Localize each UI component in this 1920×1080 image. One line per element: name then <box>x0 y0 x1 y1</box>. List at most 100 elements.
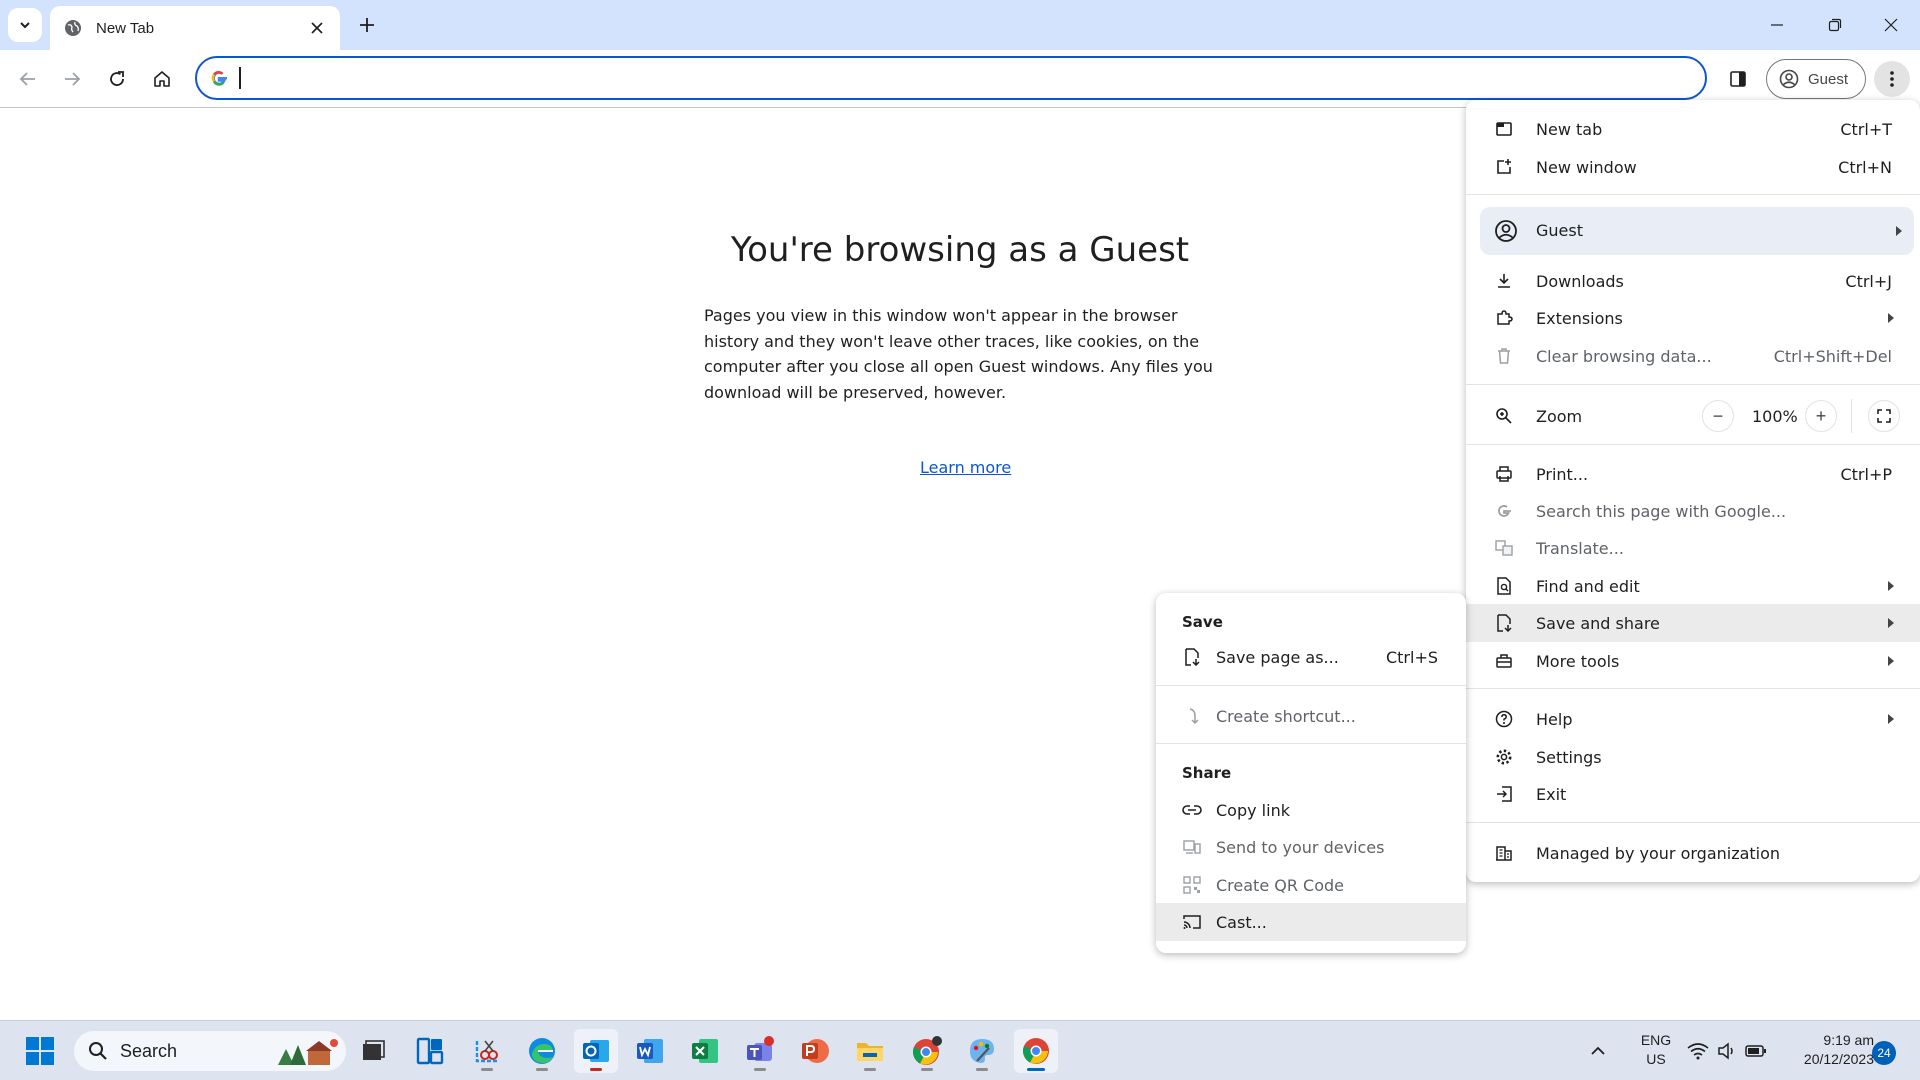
widgets-icon <box>416 1037 444 1065</box>
taskbar-search[interactable]: Search <box>74 1031 346 1071</box>
find-page-icon <box>1494 576 1514 596</box>
menu-item-new-window[interactable]: New window Ctrl+N <box>1466 149 1920 185</box>
menu-item-extensions[interactable]: Extensions <box>1466 300 1920 336</box>
menu-button[interactable] <box>1874 61 1910 97</box>
excel-app[interactable] <box>683 1029 727 1073</box>
submenu-arrow-icon <box>1888 313 1894 323</box>
tab-search-button[interactable] <box>8 8 42 42</box>
translate-icon <box>1494 538 1514 558</box>
notification-badge[interactable]: 24 <box>1872 1041 1896 1065</box>
powerpoint-app[interactable] <box>793 1029 837 1073</box>
menu-divider <box>1466 822 1920 823</box>
menu-label: New tab <box>1536 119 1603 139</box>
task-view-button[interactable] <box>351 1029 395 1073</box>
new-tab-button[interactable] <box>352 10 382 40</box>
widgets-button[interactable] <box>408 1029 452 1073</box>
menu-item-print[interactable]: Print... Ctrl+P <box>1466 456 1920 492</box>
back-button[interactable] <box>10 61 46 97</box>
restore-button[interactable] <box>1806 0 1864 50</box>
word-app[interactable] <box>628 1029 672 1073</box>
folder-icon <box>857 1043 883 1061</box>
clock-date: 20/12/2023 <box>1803 1051 1874 1067</box>
submenu-label: Send to your devices <box>1216 837 1385 857</box>
menu-item-exit[interactable]: Exit <box>1466 776 1920 812</box>
forward-button[interactable] <box>54 61 90 97</box>
paint-app[interactable] <box>960 1029 1004 1073</box>
exit-icon <box>1494 784 1514 804</box>
submenu-label: Create shortcut... <box>1216 706 1356 726</box>
tab-strip: New Tab <box>0 0 1920 50</box>
menu-item-zoom: Zoom − 100% + <box>1466 396 1920 436</box>
side-panel-button[interactable] <box>1720 61 1756 97</box>
menu-label: Clear browsing data... <box>1536 346 1712 366</box>
input-language[interactable]: ENG US <box>1636 1031 1676 1069</box>
snipping-tool-app[interactable] <box>465 1029 509 1073</box>
snipping-tool-icon <box>475 1040 498 1063</box>
menu-item-clear-browsing-data[interactable]: Clear browsing data... Ctrl+Shift+Del <box>1466 338 1920 374</box>
menu-item-guest[interactable]: Guest <box>1480 207 1914 255</box>
chrome-app[interactable] <box>1014 1029 1058 1073</box>
menu-item-find-and-edit[interactable]: Find and edit <box>1466 568 1920 604</box>
menu-item-save-and-share[interactable]: Save and share <box>1466 604 1920 642</box>
close-icon <box>1884 18 1898 32</box>
tab-new-tab[interactable]: New Tab <box>50 6 340 50</box>
submenu-item-send-to-devices[interactable]: Send to your devices <box>1156 829 1466 865</box>
new-tab-icon <box>1494 119 1514 139</box>
start-button[interactable] <box>18 1029 62 1073</box>
gear-icon <box>1494 747 1514 767</box>
menu-item-more-tools[interactable]: More tools <box>1466 643 1920 679</box>
zoom-out-button[interactable]: − <box>1702 400 1734 432</box>
edge-app[interactable] <box>520 1029 564 1073</box>
menu-item-search-with-google[interactable]: Search this page with Google... <box>1466 493 1920 529</box>
teams-app[interactable] <box>738 1029 782 1073</box>
search-highlight-icon <box>278 1039 338 1065</box>
text-caret <box>239 67 241 89</box>
submenu-label: Create QR Code <box>1216 875 1345 895</box>
reload-button[interactable] <box>99 61 135 97</box>
address-bar[interactable] <box>195 56 1707 100</box>
menu-label: Zoom <box>1536 406 1583 426</box>
outlook-app[interactable] <box>574 1029 618 1073</box>
outlook-icon <box>583 1040 609 1062</box>
menu-item-translate[interactable]: Translate... <box>1466 530 1920 566</box>
zoom-level: 100% <box>1752 406 1798 426</box>
chrome-profile-app[interactable] <box>905 1029 949 1073</box>
home-button[interactable] <box>144 61 180 97</box>
menu-item-settings[interactable]: Settings <box>1466 739 1920 775</box>
clock[interactable]: 9:19 am 20/12/2023 <box>1784 1031 1874 1069</box>
close-tab-icon[interactable] <box>306 17 328 39</box>
close-window-button[interactable] <box>1862 0 1920 50</box>
submenu-item-create-shortcut[interactable]: Create shortcut... <box>1156 698 1466 734</box>
profile-button[interactable]: Guest <box>1766 59 1866 99</box>
minimize-button[interactable] <box>1748 0 1806 50</box>
submenu-item-create-qr-code[interactable]: Create QR Code <box>1156 867 1466 903</box>
submenu-item-save-page[interactable]: Save page as... Ctrl+S <box>1156 639 1466 675</box>
windows-logo-icon <box>26 1037 54 1065</box>
menu-label: Translate... <box>1536 538 1624 558</box>
show-hidden-icons-button[interactable] <box>1580 1029 1616 1073</box>
submenu-heading-save: Save <box>1182 613 1223 631</box>
trash-icon <box>1494 346 1514 366</box>
menu-item-new-tab[interactable]: New tab Ctrl+T <box>1466 111 1920 147</box>
address-input[interactable] <box>250 69 1651 87</box>
running-indicator <box>976 1068 988 1071</box>
chevron-down-icon <box>20 22 30 29</box>
menu-item-downloads[interactable]: Downloads Ctrl+J <box>1466 263 1920 299</box>
quick-settings-button[interactable] <box>1682 1029 1772 1073</box>
running-indicator <box>921 1068 933 1071</box>
file-explorer-app[interactable] <box>848 1029 892 1073</box>
fullscreen-button[interactable] <box>1868 400 1900 432</box>
menu-label: Print... <box>1536 464 1589 484</box>
submenu-arrow-icon <box>1888 581 1894 591</box>
menu-shortcut: Ctrl+Shift+Del <box>1773 346 1892 366</box>
volume-icon <box>1718 1042 1733 1060</box>
zoom-icon <box>1494 406 1514 426</box>
running-indicator <box>864 1068 876 1071</box>
menu-item-managed[interactable]: Managed by your organization <box>1466 835 1920 871</box>
zoom-in-button[interactable]: + <box>1805 400 1837 432</box>
learn-more-link[interactable]: Learn more <box>920 458 1011 477</box>
menu-item-help[interactable]: Help <box>1466 701 1920 737</box>
submenu-item-copy-link[interactable]: Copy link <box>1156 792 1466 828</box>
submenu-item-cast[interactable]: Cast... <box>1156 903 1466 941</box>
save-page-icon <box>1182 647 1202 667</box>
